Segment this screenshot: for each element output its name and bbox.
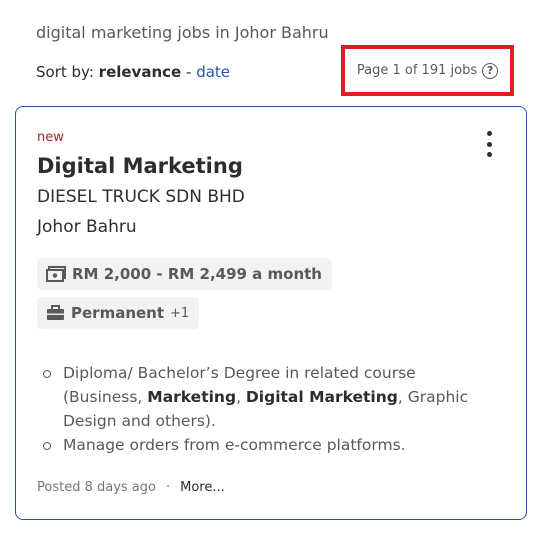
question-circle-icon[interactable]: ? <box>482 62 499 79</box>
job-location: Johor Bahru <box>37 217 137 237</box>
job-footer: Posted 8 days ago · More... <box>37 480 225 495</box>
job-type-chip: Permanent +1 <box>37 297 200 329</box>
page-count-highlight: Page 1 of 191 jobs ? <box>341 45 514 96</box>
sort-row: Sort by: relevance - date <box>36 63 230 81</box>
sort-separator: - <box>185 63 192 81</box>
more-options-icon[interactable] <box>483 131 495 157</box>
sort-by-date-link[interactable]: date <box>196 63 230 81</box>
footer-separator: · <box>165 480 171 495</box>
job-type-text: Permanent <box>71 304 165 322</box>
new-tag: new <box>37 130 64 145</box>
more-link[interactable]: More... <box>180 480 225 495</box>
job-title[interactable]: Digital Marketing <box>37 154 243 178</box>
job-snippet: Diploma/ Bachelor’s Degree in related co… <box>37 361 497 457</box>
snippet-item: Diploma/ Bachelor’s Degree in related co… <box>37 361 497 433</box>
briefcase-icon <box>47 305 64 320</box>
company-name: DIESEL TRUCK SDN BHD <box>37 187 245 207</box>
sort-label: Sort by: <box>36 63 94 81</box>
salary-chip: RM 2,000 - RM 2,499 a month <box>37 258 332 290</box>
money-icon <box>46 266 66 282</box>
posted-date: Posted 8 days ago <box>37 480 156 495</box>
salary-text: RM 2,000 - RM 2,499 a month <box>72 265 322 283</box>
job-type-extra: +1 <box>170 305 190 321</box>
search-summary: digital marketing jobs in Johor Bahru <box>36 23 329 42</box>
page-count: Page 1 of 191 jobs <box>356 63 478 78</box>
sort-relevance: relevance <box>98 63 182 81</box>
job-card[interactable]: new Digital Marketing DIESEL TRUCK SDN B… <box>15 106 527 520</box>
snippet-item: Manage orders from e-commerce platforms. <box>37 433 497 457</box>
